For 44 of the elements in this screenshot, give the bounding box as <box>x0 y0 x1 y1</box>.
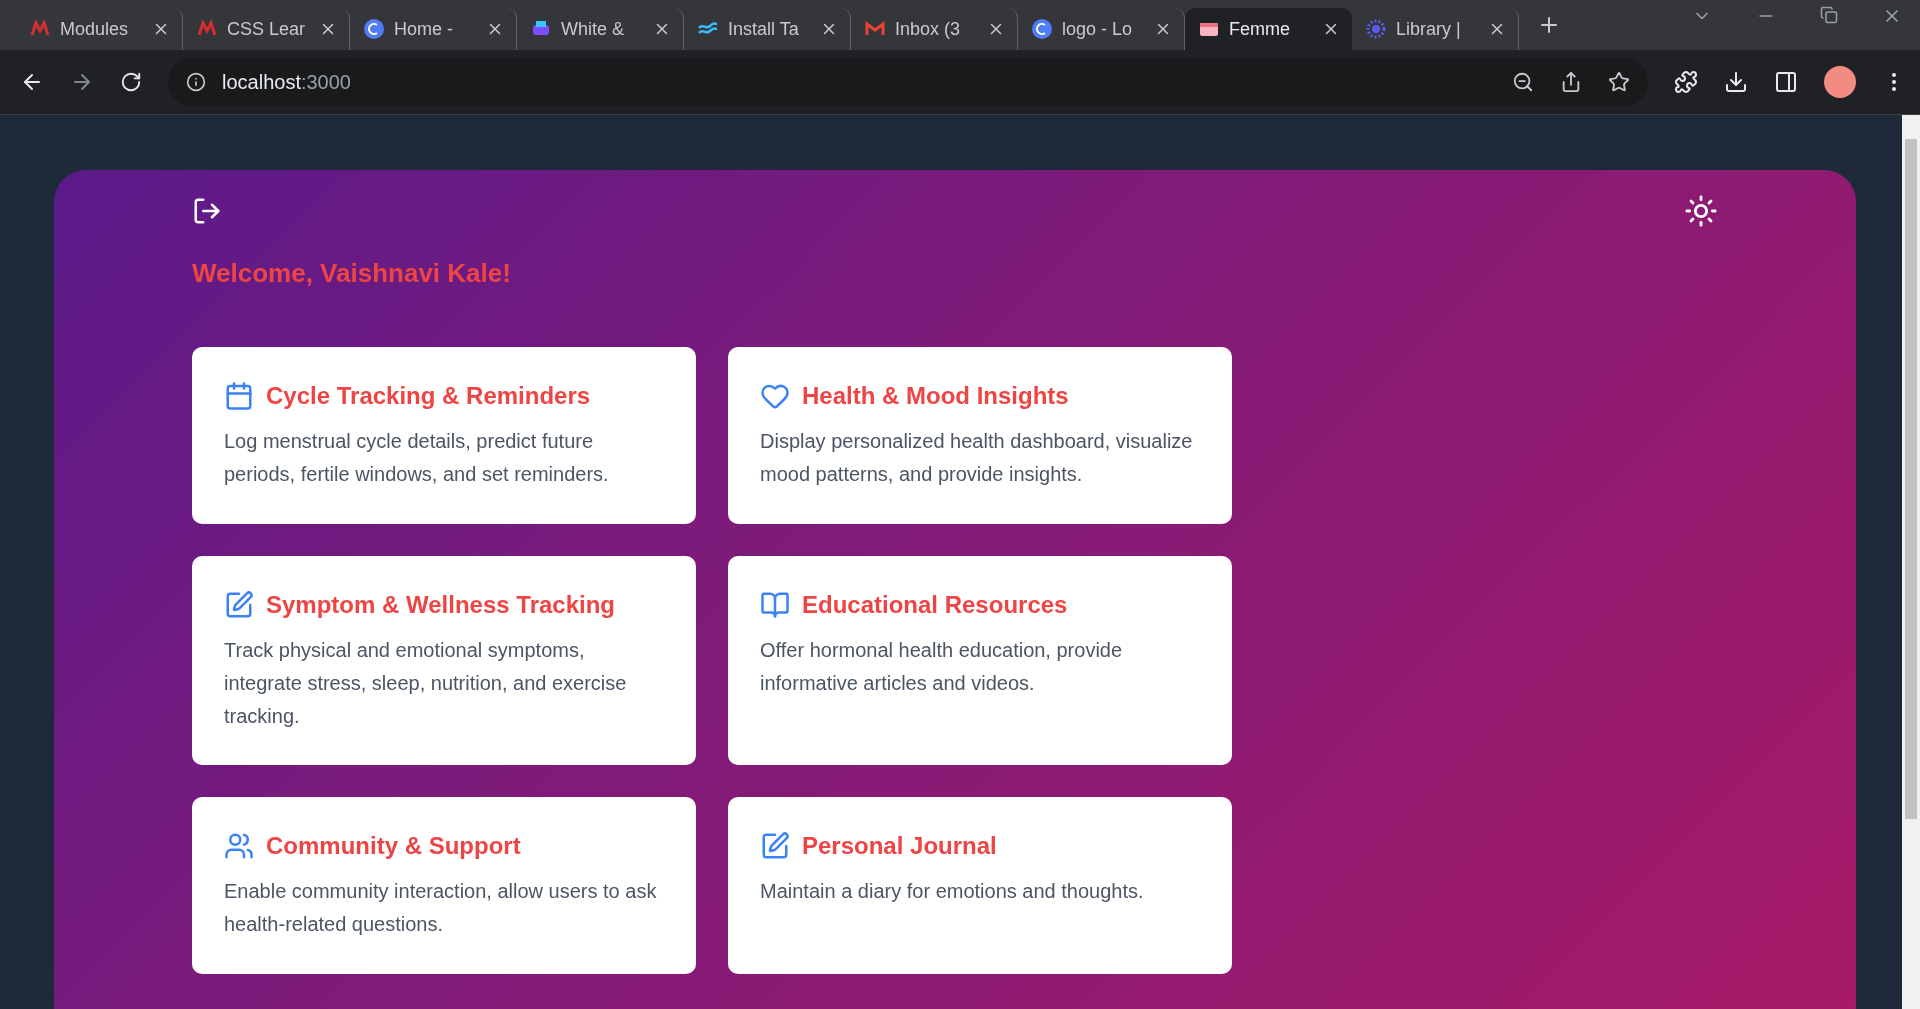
card-description: Maintain a diary for emotions and thoughts. <box>760 879 1145 904</box>
favicon-icon <box>1032 19 1052 39</box>
pencil-square-icon <box>224 590 254 620</box>
card-description: Track physical and emotional symptoms, integrate stress, sleep, nutrition, and exercise tracking. <box>224 638 628 729</box>
book-icon <box>760 590 790 620</box>
pencil-square-icon <box>760 831 790 861</box>
card-description: Display personalized health dashboard, visualize mood patterns, and provide insights. <box>760 429 1194 487</box>
url-port: :3000 <box>300 70 351 94</box>
address-field[interactable]: localhost:3000 <box>168 58 1648 106</box>
card-description: Offer hormonal health education, provide informative articles and videos. <box>760 638 1124 696</box>
feature-card[interactable]: Cycle Tracking & Reminders Log menstrual cycle details, predict future periods, fertile windows, and set reminders. <box>192 347 696 524</box>
card-description: Log menstrual cycle details, predict future periods, fertile windows, and set reminders. <box>224 429 610 487</box>
browser-tab[interactable]: Femme <box>1185 8 1352 50</box>
logout-icon[interactable] <box>192 196 222 226</box>
feature-card[interactable]: Health & Mood Insights Display personalized health dashboard, visualize mood patterns, and provide insights. <box>728 347 1232 524</box>
card-title: Health & Mood Insights <box>802 382 1069 410</box>
scrollbar[interactable] <box>1902 115 1920 1009</box>
card-title: Educational Resources <box>802 591 1068 619</box>
card-title: Personal Journal <box>802 832 997 860</box>
feature-card[interactable]: Educational Resources Offer hormonal health education, provide informative articles and videos. <box>728 556 1232 765</box>
side-panel-icon[interactable] <box>1774 70 1798 94</box>
star-icon[interactable] <box>1608 71 1630 93</box>
feature-card[interactable]: Personal Journal Maintain a diary for emotions and thoughts. <box>728 797 1232 974</box>
feature-card[interactable]: Symptom & Wellness Tracking Track physical and emotional symptoms, integrate stress, sleep, nutrition, and exercise tracking. <box>192 556 696 765</box>
favicon-icon <box>364 19 384 39</box>
card-title: Cycle Tracking & Reminders <box>266 382 591 410</box>
avatar[interactable] <box>1824 66 1856 98</box>
feature-card[interactable]: Community & Support Enable community interaction, allow users to ask health-related questions. <box>192 797 696 974</box>
puzzle-icon[interactable] <box>1674 70 1698 94</box>
restore-icon[interactable] <box>1820 6 1838 26</box>
sun-icon[interactable] <box>1684 194 1718 228</box>
welcome-heading: Welcome, Vaishnavi Kale! <box>192 258 512 289</box>
reload-icon[interactable] <box>120 71 142 93</box>
favicon-icon <box>1366 19 1386 39</box>
users-icon <box>224 831 254 861</box>
card-title: Community & Support <box>266 832 521 860</box>
download-icon[interactable] <box>1724 70 1748 94</box>
url-host: localhost <box>222 70 301 94</box>
info-icon <box>186 72 206 92</box>
share-icon[interactable] <box>1560 71 1582 93</box>
calendar-icon <box>224 381 254 411</box>
card-title: Symptom & Wellness Tracking <box>266 591 615 619</box>
card-description: Enable community interaction, allow users to ask health-related questions. <box>224 879 658 937</box>
zoom-out-icon[interactable] <box>1512 71 1534 93</box>
